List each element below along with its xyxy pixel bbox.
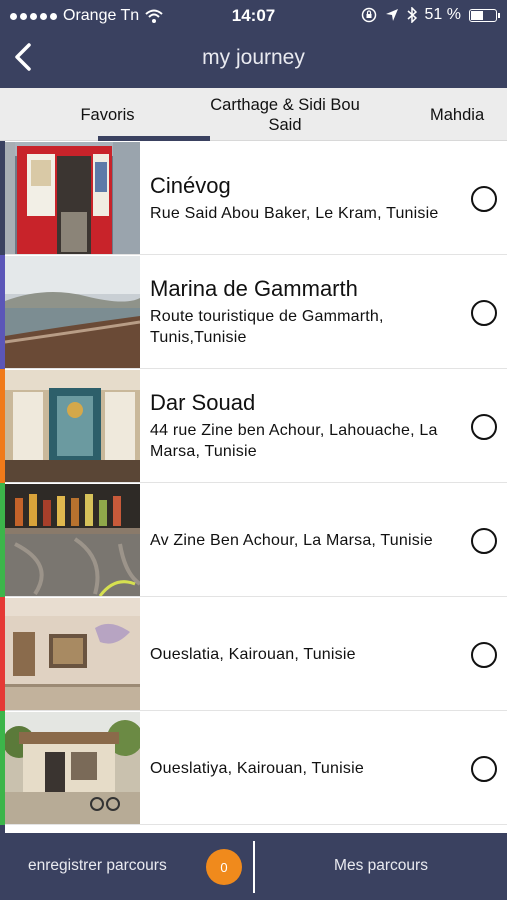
select-radio-button[interactable] — [471, 528, 497, 554]
navigation-bar: my journey — [0, 32, 507, 88]
select-radio-button[interactable] — [471, 414, 497, 440]
places-list: Cinévog Rue Said Abou Baker, Le Kram, Tu… — [0, 141, 507, 833]
tab-mahdia[interactable]: Mahdia — [412, 88, 507, 141]
place-address: 44 rue Zine ben Achour, Lahouache, La Ma… — [150, 422, 438, 460]
status-right: 51 % — [361, 6, 500, 24]
place-photo — [5, 256, 140, 368]
place-text: Av Zine Ben Achour, La Marsa, Tunisie — [150, 483, 460, 597]
bottom-bar: enregistrer parcours 0 Mes parcours — [0, 833, 507, 900]
place-name: Dar Souad — [150, 390, 256, 415]
my-routes-button[interactable]: Mes parcours — [255, 857, 507, 875]
place-address: Oueslatia, Kairouan, Tunisie — [150, 645, 356, 663]
category-stripe — [0, 825, 5, 833]
bluetooth-icon — [407, 7, 417, 23]
place-text: Oueslatia, Kairouan, Tunisie — [150, 597, 460, 711]
list-item-partial — [0, 825, 507, 833]
list-item[interactable]: Av Zine Ben Achour, La Marsa, Tunisie — [0, 483, 507, 597]
select-radio-button[interactable] — [471, 642, 497, 668]
list-item[interactable]: Oueslatiya, Kairouan, Tunisie — [0, 711, 507, 825]
list-item[interactable]: Cinévog Rue Said Abou Baker, Le Kram, Tu… — [0, 141, 507, 255]
list-item[interactable]: Oueslatia, Kairouan, Tunisie — [0, 597, 507, 711]
lock-rotation-icon — [361, 7, 376, 23]
save-route-button[interactable]: enregistrer parcours — [28, 857, 167, 875]
list-item[interactable]: Dar Souad 44 rue Zine ben Achour, Lahoua… — [0, 369, 507, 483]
select-radio-button[interactable] — [471, 186, 497, 212]
place-text: Marina de Gammarth Route touristique de … — [150, 255, 460, 369]
place-address: Oueslatiya, Kairouan, Tunisie — [150, 759, 364, 777]
tab-favoris[interactable]: Favoris — [20, 88, 195, 141]
place-photo — [5, 142, 140, 254]
tab-carthage-sidi-bou-said[interactable]: Carthage & Sidi Bou Said — [210, 88, 360, 141]
place-text: Dar Souad 44 rue Zine ben Achour, Lahoua… — [150, 369, 460, 483]
place-address: Av Zine Ben Achour, La Marsa, Tunisie — [150, 531, 433, 549]
place-name: Cinévog — [150, 172, 231, 198]
select-radio-button[interactable] — [471, 300, 497, 326]
status-bar: Orange Tn 14:07 51 % — [0, 0, 507, 32]
place-photo — [5, 484, 140, 596]
page-title: my journey — [202, 46, 305, 69]
battery-percent: 51 % — [424, 6, 461, 23]
place-text: Oueslatiya, Kairouan, Tunisie — [150, 711, 460, 825]
app-header: Orange Tn 14:07 51 % my journey — [0, 0, 507, 88]
place-photo — [5, 712, 140, 824]
place-address: Route touristique de Gammarth, Tunis,Tun… — [150, 308, 384, 346]
select-radio-button[interactable] — [471, 756, 497, 782]
tab-bar: Favoris Carthage & Sidi Bou Said Mahdia — [0, 88, 507, 141]
place-photo — [5, 598, 140, 710]
selected-count-badge: 0 — [206, 849, 242, 885]
location-arrow-icon — [385, 9, 398, 21]
place-address: Rue Said Abou Baker, Le Kram, Tunisie — [150, 204, 439, 222]
place-photo — [5, 370, 140, 482]
place-text: Cinévog Rue Said Abou Baker, Le Kram, Tu… — [150, 141, 460, 255]
battery-icon — [469, 8, 500, 22]
list-item[interactable]: Marina de Gammarth Route touristique de … — [0, 255, 507, 369]
place-name: Marina de Gammarth — [150, 276, 358, 301]
